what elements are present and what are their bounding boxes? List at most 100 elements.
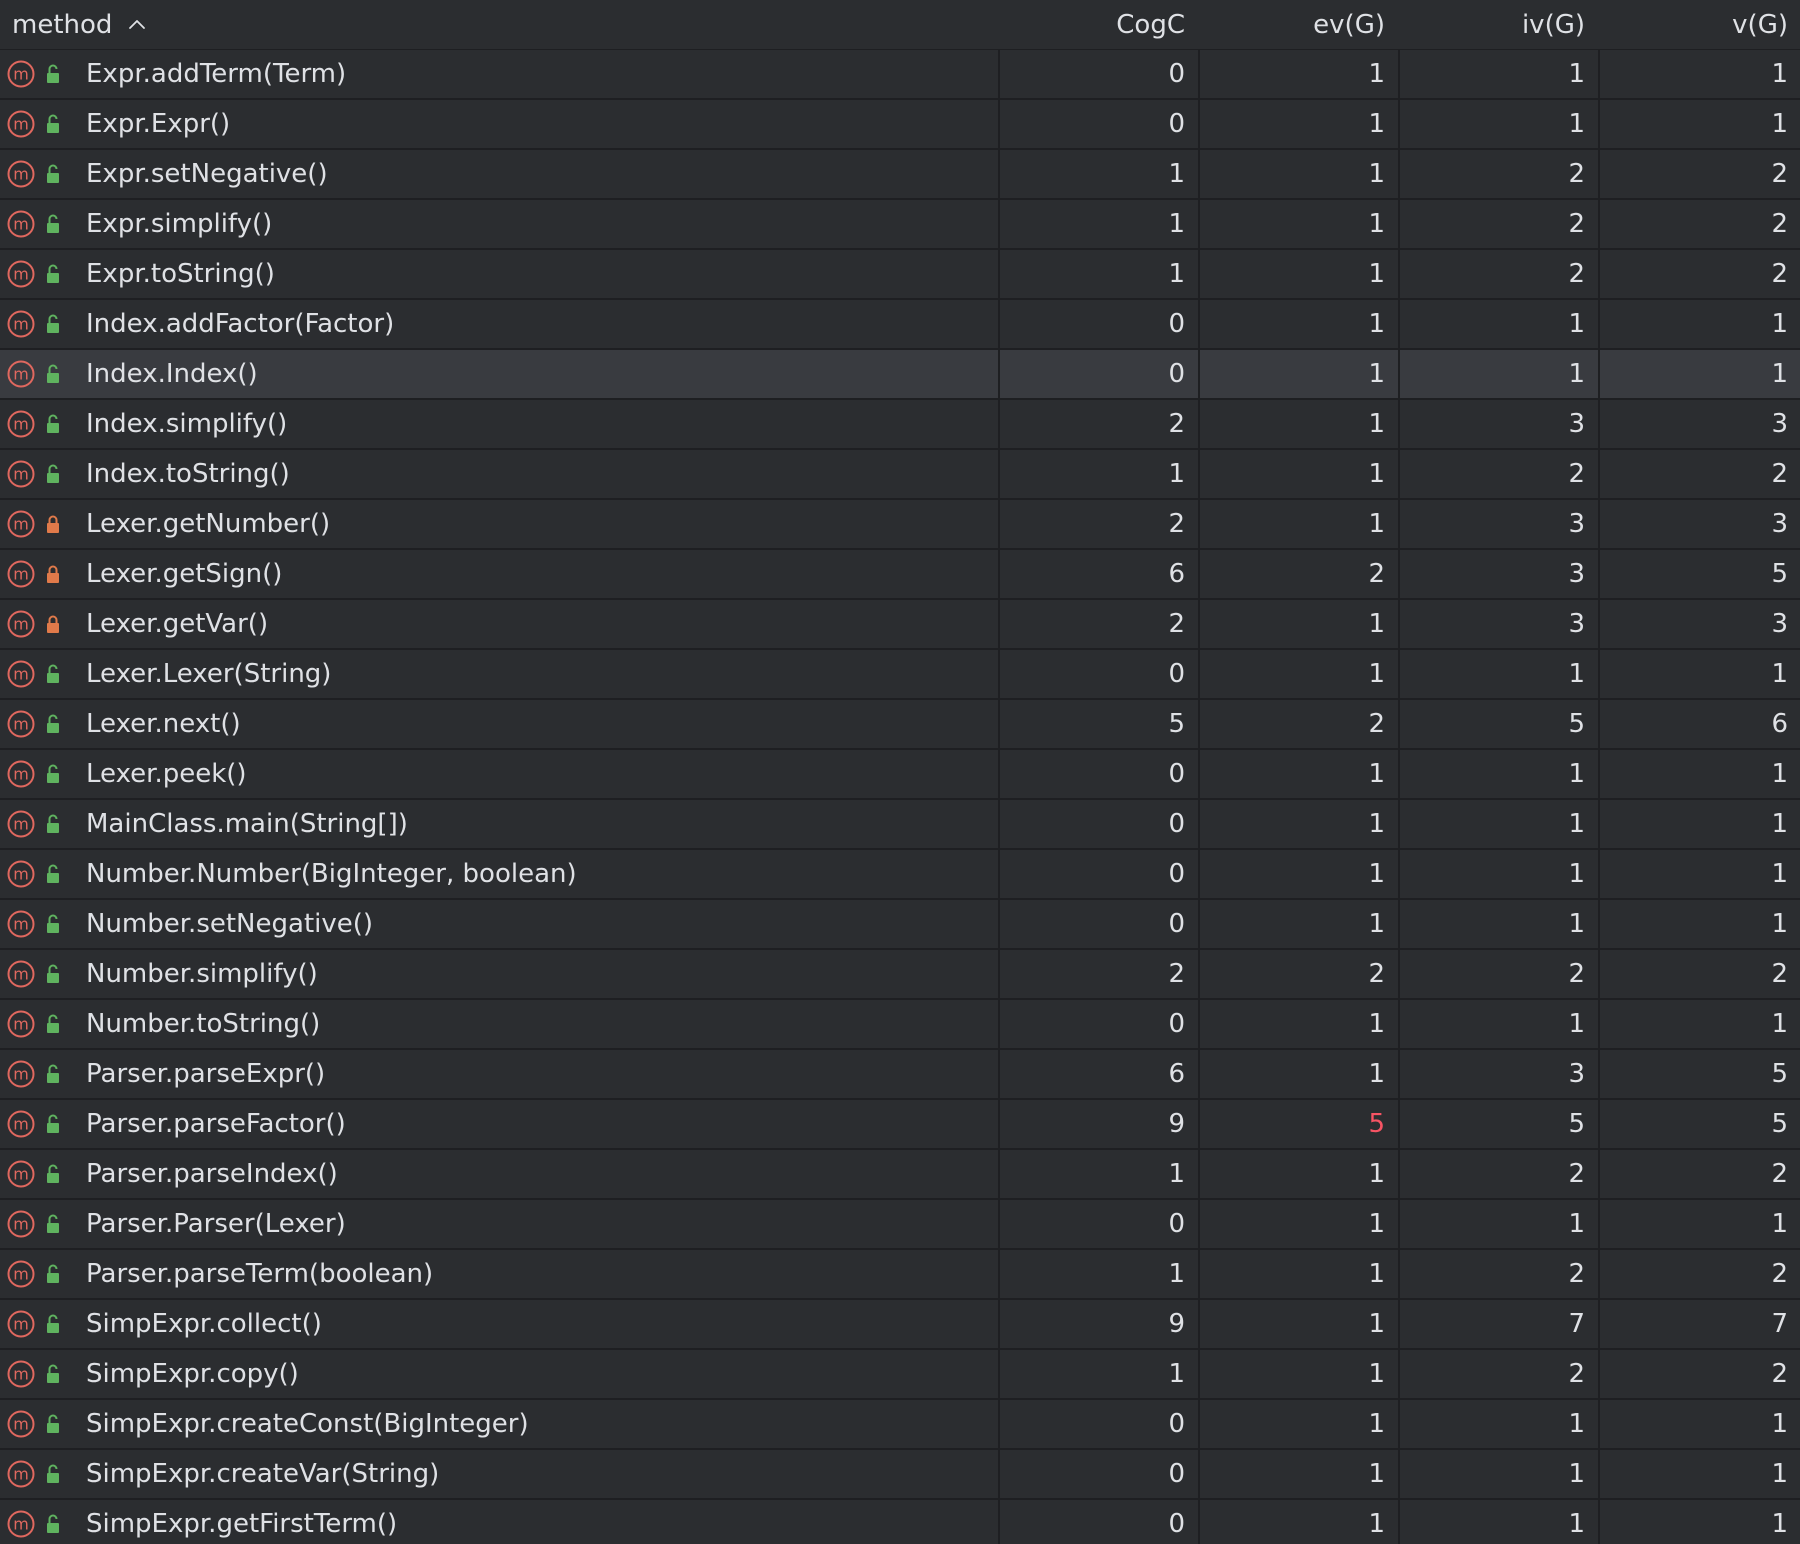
iv-cell: 1: [1399, 100, 1599, 148]
method-cell: m Lexer.getNumber(): [0, 500, 999, 548]
cogc-cell: 0: [999, 350, 1199, 398]
table-row[interactable]: m Parser.parseExpr() 6 1 3 5: [0, 1050, 1800, 1100]
cogc-value: 0: [1168, 59, 1185, 89]
cogc-value: 0: [1168, 1209, 1185, 1239]
table-row[interactable]: m Index.addFactor(Factor) 0 1 1 1: [0, 300, 1800, 350]
cogc-value: 2: [1168, 409, 1185, 439]
table-row[interactable]: m SimpExpr.createConst(BigInteger) 0 1 1 1: [0, 1400, 1800, 1450]
table-row[interactable]: m Parser.Parser(Lexer) 0 1 1 1: [0, 1200, 1800, 1250]
v-value: 5: [1771, 1109, 1788, 1139]
method-icon: m: [7, 560, 35, 588]
iv-cell: 3: [1399, 500, 1599, 548]
method-icon: m: [7, 510, 35, 538]
method-icon: m: [7, 910, 35, 938]
cogc-value: 9: [1168, 1109, 1185, 1139]
method-icon: m: [7, 1010, 35, 1038]
table-row[interactable]: m Lexer.Lexer(String) 0 1 1 1: [0, 650, 1800, 700]
method-name: Index.simplify(): [86, 409, 288, 439]
v-value: 1: [1771, 309, 1788, 339]
ev-value: 1: [1368, 409, 1385, 439]
iv-cell: 1: [1399, 1400, 1599, 1448]
cogc-cell: 0: [999, 1400, 1199, 1448]
iv-value: 1: [1568, 1209, 1585, 1239]
column-divider: [998, 50, 1000, 1544]
v-cell: 2: [1599, 1250, 1800, 1298]
table-row[interactable]: m Index.Index() 0 1 1 1: [0, 350, 1800, 400]
iv-cell: 3: [1399, 400, 1599, 448]
cogc-cell: 1: [999, 1150, 1199, 1198]
table-row[interactable]: m Index.toString() 1 1 2 2: [0, 450, 1800, 500]
table-row[interactable]: m Lexer.peek() 0 1 1 1: [0, 750, 1800, 800]
iv-cell: 1: [1399, 50, 1599, 98]
table-row[interactable]: m Number.Number(BigInteger, boolean) 0 1 1 1: [0, 850, 1800, 900]
method-icon: m: [7, 1110, 35, 1138]
cogc-value: 0: [1168, 359, 1185, 389]
table-row[interactable]: m SimpExpr.getFirstTerm() 0 1 1 1: [0, 1500, 1800, 1544]
svg-text:m: m: [13, 415, 29, 434]
cogc-value: 0: [1168, 659, 1185, 689]
v-cell: 2: [1599, 200, 1800, 248]
method-cell: m Expr.toString(): [0, 250, 999, 298]
table-row[interactable]: m Parser.parseIndex() 1 1 2 2: [0, 1150, 1800, 1200]
ev-value: 1: [1368, 509, 1385, 539]
cogc-cell: 0: [999, 900, 1199, 948]
v-cell: 2: [1599, 1150, 1800, 1198]
column-header-cogc[interactable]: CogC: [999, 0, 1199, 49]
table-row[interactable]: m SimpExpr.copy() 1 1 2 2: [0, 1350, 1800, 1400]
table-row[interactable]: m Number.toString() 0 1 1 1: [0, 1000, 1800, 1050]
public-lock-icon: [47, 1464, 59, 1483]
public-lock-icon: [47, 1014, 59, 1033]
table-row[interactable]: m Lexer.getSign() 6 2 3 5: [0, 550, 1800, 600]
table-row[interactable]: m Lexer.getNumber() 2 1 3 3: [0, 500, 1800, 550]
table-row[interactable]: m Expr.setNegative() 1 1 2 2: [0, 150, 1800, 200]
table-row[interactable]: m SimpExpr.createVar(String) 0 1 1 1: [0, 1450, 1800, 1500]
table-row[interactable]: m Expr.Expr() 0 1 1 1: [0, 100, 1800, 150]
column-header-method[interactable]: method: [0, 0, 999, 49]
column-header-ev-label: ev(G): [1313, 9, 1385, 40]
v-cell: 1: [1599, 1200, 1800, 1248]
cogc-cell: 1: [999, 1250, 1199, 1298]
table-row[interactable]: m Number.simplify() 2 2 2 2: [0, 950, 1800, 1000]
table-row[interactable]: m Expr.addTerm(Term) 0 1 1 1: [0, 50, 1800, 100]
table-row[interactable]: m Expr.simplify() 1 1 2 2: [0, 200, 1800, 250]
table-row[interactable]: m MainClass.main(String[]) 0 1 1 1: [0, 800, 1800, 850]
method-cell: m Index.addFactor(Factor): [0, 300, 999, 348]
ev-cell: 1: [1199, 1200, 1399, 1248]
table-row[interactable]: m Number.setNegative() 0 1 1 1: [0, 900, 1800, 950]
cogc-value: 2: [1168, 609, 1185, 639]
method-cell: m SimpExpr.copy(): [0, 1350, 999, 1398]
ev-value: 1: [1368, 1209, 1385, 1239]
method-name: Lexer.getNumber(): [86, 509, 331, 539]
method-cell: m Expr.Expr(): [0, 100, 999, 148]
ev-cell: 5: [1199, 1100, 1399, 1148]
ev-cell: 1: [1199, 1150, 1399, 1198]
table-row[interactable]: m Index.simplify() 2 1 3 3: [0, 400, 1800, 450]
svg-text:m: m: [13, 765, 29, 784]
chevron-up-icon: [129, 19, 146, 29]
public-lock-icon: [47, 1214, 59, 1233]
ev-value: 1: [1368, 859, 1385, 889]
v-value: 1: [1771, 859, 1788, 889]
column-header-ev[interactable]: ev(G): [1199, 0, 1399, 49]
table-row[interactable]: m Parser.parseTerm(boolean) 1 1 2 2: [0, 1250, 1800, 1300]
cogc-cell: 0: [999, 750, 1199, 798]
iv-value: 1: [1568, 1409, 1585, 1439]
method-cell: m Lexer.next(): [0, 700, 999, 748]
table-row[interactable]: m Parser.parseFactor() 9 5 5 5: [0, 1100, 1800, 1150]
iv-cell: 2: [1399, 250, 1599, 298]
cogc-cell: 6: [999, 1050, 1199, 1098]
svg-text:m: m: [13, 1415, 29, 1434]
method-name: Expr.Expr(): [86, 109, 231, 139]
method-name: Expr.setNegative(): [86, 159, 328, 189]
v-value: 3: [1771, 509, 1788, 539]
table-row[interactable]: m SimpExpr.collect() 9 1 7 7: [0, 1300, 1800, 1350]
table-row[interactable]: m Expr.toString() 1 1 2 2: [0, 250, 1800, 300]
v-cell: 1: [1599, 850, 1800, 898]
table-row[interactable]: m Lexer.getVar() 2 1 3 3: [0, 600, 1800, 650]
v-value: 1: [1771, 809, 1788, 839]
cogc-cell: 2: [999, 500, 1199, 548]
column-header-iv[interactable]: iv(G): [1399, 0, 1599, 49]
iv-value: 2: [1568, 959, 1585, 989]
column-header-v[interactable]: v(G): [1599, 0, 1800, 49]
table-row[interactable]: m Lexer.next() 5 2 5 6: [0, 700, 1800, 750]
